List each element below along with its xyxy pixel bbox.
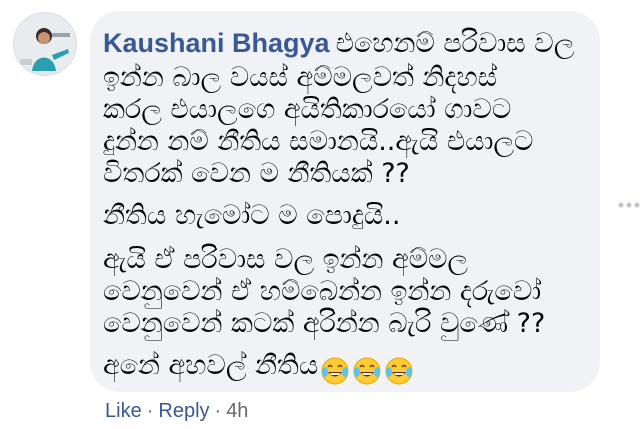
comment-text-line: නීතිය හැමෝට ම පොදුයි.. <box>103 200 401 231</box>
separator: · <box>214 400 222 422</box>
comment-text-line: අනේ අහවල් නීතිය <box>103 350 319 381</box>
comment-text-line: දුන්න නම් නීතිය සමානයි..ඇයි එයාලට <box>103 126 534 157</box>
avatar[interactable] <box>13 12 77 76</box>
face-with-tears-of-joy-icon <box>353 357 381 384</box>
separator: · <box>146 400 154 422</box>
comment-text-line: ඉන්න බාල වයස් අම්මලවත් නිදහස් <box>103 62 498 93</box>
comment-text-line: වෙනුවෙන් කටක් අරින්න බැරි වුණේ ?? <box>103 308 546 339</box>
comment-first-line: Kaushani Bhagya එහෙනම් පරිවාස වල <box>103 28 593 59</box>
comment-last-line: අනේ අහවල් නීතිය <box>103 350 416 386</box>
comment-actions: Like · Reply · 4h <box>105 398 248 424</box>
comment-text-line: වෙනුවෙන් ඒ හම්බෙන්න ඉන්න දරුවෝ <box>103 276 542 307</box>
comment-text-line: ඇයි ඒ පරිවාස වල ඉන්න අම්මල <box>103 244 469 275</box>
face-with-tears-of-joy-icon <box>385 357 413 384</box>
face-with-tears-of-joy-icon <box>321 357 349 384</box>
avatar-image <box>14 13 76 75</box>
reply-button[interactable]: Reply <box>158 400 209 422</box>
comment: Kaushani Bhagya එහෙනම් පරිවාස වල ඉන්න බාල… <box>0 0 640 429</box>
more-options-icon[interactable] <box>618 199 640 211</box>
author-name[interactable]: Kaushani Bhagya <box>103 28 330 58</box>
like-button[interactable]: Like <box>105 400 142 422</box>
emoji-group <box>320 354 416 386</box>
comment-text-line: විතරක් වෙන ම නීතියක් ?? <box>103 158 410 189</box>
comment-text-line: එහෙනම් පරිවාස වල <box>335 28 575 59</box>
comment-text-line: කරල එයාලගෙ අයිතිකාරයෝ ගාවට <box>103 94 512 125</box>
timestamp[interactable]: 4h <box>226 400 248 422</box>
